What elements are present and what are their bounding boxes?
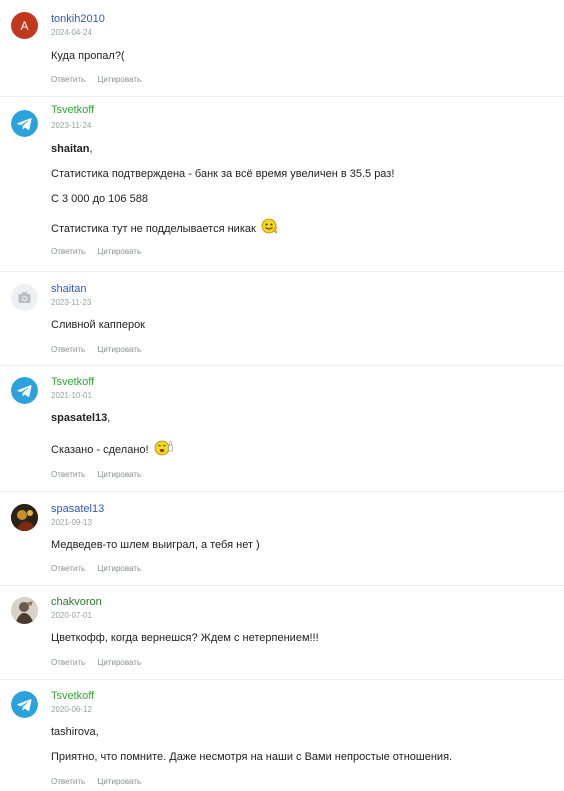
- comment-text: Статистика тут не подделывается никак: [51, 222, 256, 235]
- comment-text: Куда пропал?(: [51, 50, 125, 62]
- avatar-letter: A: [20, 19, 28, 33]
- comment-text: Цветкофф, когда вернешся? Ждем с нетерпе…: [51, 632, 319, 644]
- comment-actions: Ответить Цитировать: [51, 247, 151, 257]
- comment-date: 2020-07-01: [51, 611, 92, 620]
- reply-button[interactable]: Ответить: [51, 470, 85, 480]
- author-link[interactable]: Tsvetkoff: [51, 376, 94, 389]
- comment-item: A tonkih2010 2024-04-24 Куда пропал?( От…: [0, 0, 564, 97]
- quote-button[interactable]: Цитировать: [97, 470, 141, 480]
- quote-button[interactable]: Цитировать: [97, 75, 141, 85]
- mention-name[interactable]: shaitan: [51, 143, 90, 155]
- comment-text: Сказано - сделано!: [51, 443, 149, 456]
- photo-avatar[interactable]: [11, 504, 38, 531]
- comment-text-line: Сказано - сделано!: [51, 439, 174, 461]
- reply-button[interactable]: Ответить: [51, 658, 85, 668]
- comment-date: 2023-11-23: [51, 298, 92, 307]
- comment-item: chakvoron 2020-07-01 Цветкофф, когда вер…: [0, 586, 564, 680]
- comment-text: Медведев-то шлем выиграл, а тебя нет ): [51, 539, 260, 551]
- author-link[interactable]: Tsvetkoff: [51, 104, 94, 117]
- comment-date: 2023-11-24: [51, 121, 92, 130]
- author-link[interactable]: chakvoron: [51, 596, 102, 609]
- comment-text: Приятно, что помните. Даже несмотря на н…: [51, 751, 453, 763]
- comment-actions: Ответить Цитировать: [51, 658, 151, 668]
- comment-date: 2020-06-12: [51, 705, 92, 714]
- comment-actions: Ответить Цитировать: [51, 470, 151, 480]
- quote-button[interactable]: Цитировать: [97, 345, 141, 355]
- telegram-icon[interactable]: [11, 110, 38, 137]
- comment-actions: Ответить Цитировать: [51, 75, 151, 85]
- reply-button[interactable]: Ответить: [51, 345, 85, 355]
- comment-text: Статистика подтверждена - банк за всё вр…: [51, 168, 395, 180]
- comment-text: Сливной капперок: [51, 319, 145, 331]
- comment-date: 2021-10-01: [51, 391, 92, 400]
- comment-item: shaitan 2023-11-23 Сливной капперок Отве…: [0, 272, 564, 366]
- reply-button[interactable]: Ответить: [51, 777, 85, 787]
- comment-text-line: Статистика тут не подделывается никак: [51, 218, 279, 240]
- comment-date: 2021-09-13: [51, 518, 92, 527]
- comment-mention: spasatel13,: [51, 412, 110, 425]
- comment-actions: Ответить Цитировать: [51, 777, 151, 787]
- quote-button[interactable]: Цитировать: [97, 777, 141, 787]
- smiley-thumbs-up-icon: [154, 439, 174, 461]
- smiley-victory-icon: [261, 218, 279, 240]
- comment-item: Tsvetkoff 2023-11-24 shaitan, Статистика…: [0, 97, 564, 272]
- comment-thread: A tonkih2010 2024-04-24 Куда пропал?( От…: [0, 0, 564, 791]
- reply-button[interactable]: Ответить: [51, 564, 85, 574]
- comment-text: С 3 000 до 106 588: [51, 193, 148, 205]
- quote-button[interactable]: Цитировать: [97, 658, 141, 668]
- telegram-icon[interactable]: [11, 377, 38, 404]
- quote-button[interactable]: Цитировать: [97, 564, 141, 574]
- mention-suffix: ,: [89, 143, 93, 155]
- camera-icon[interactable]: [11, 284, 38, 311]
- mention-suffix: ,: [107, 412, 111, 424]
- author-link[interactable]: tonkih2010: [51, 13, 105, 26]
- telegram-icon[interactable]: [11, 691, 38, 718]
- comment-mention: tashirova,: [51, 726, 99, 738]
- comment-item: Tsvetkoff 2020-06-12 tashirova, Приятно,…: [0, 680, 564, 791]
- comment-actions: Ответить Цитировать: [51, 345, 151, 355]
- comment-item: spasatel13 2021-09-13 Медведев-то шлем в…: [0, 492, 564, 586]
- comment-mention: shaitan,: [51, 143, 93, 156]
- comment-date: 2024-04-24: [51, 28, 92, 37]
- avatar[interactable]: A: [11, 12, 38, 39]
- reply-button[interactable]: Ответить: [51, 75, 85, 85]
- photo-avatar[interactable]: [11, 597, 38, 624]
- author-link[interactable]: spasatel13: [51, 503, 104, 516]
- mention-name[interactable]: spasatel13: [51, 412, 107, 424]
- author-link[interactable]: Tsvetkoff: [51, 690, 94, 703]
- comment-actions: Ответить Цитировать: [51, 564, 151, 574]
- quote-button[interactable]: Цитировать: [97, 247, 141, 257]
- author-link[interactable]: shaitan: [51, 283, 86, 296]
- comment-item: Tsvetkoff 2021-10-01 spasatel13, Сказано…: [0, 366, 564, 492]
- reply-button[interactable]: Ответить: [51, 247, 85, 257]
